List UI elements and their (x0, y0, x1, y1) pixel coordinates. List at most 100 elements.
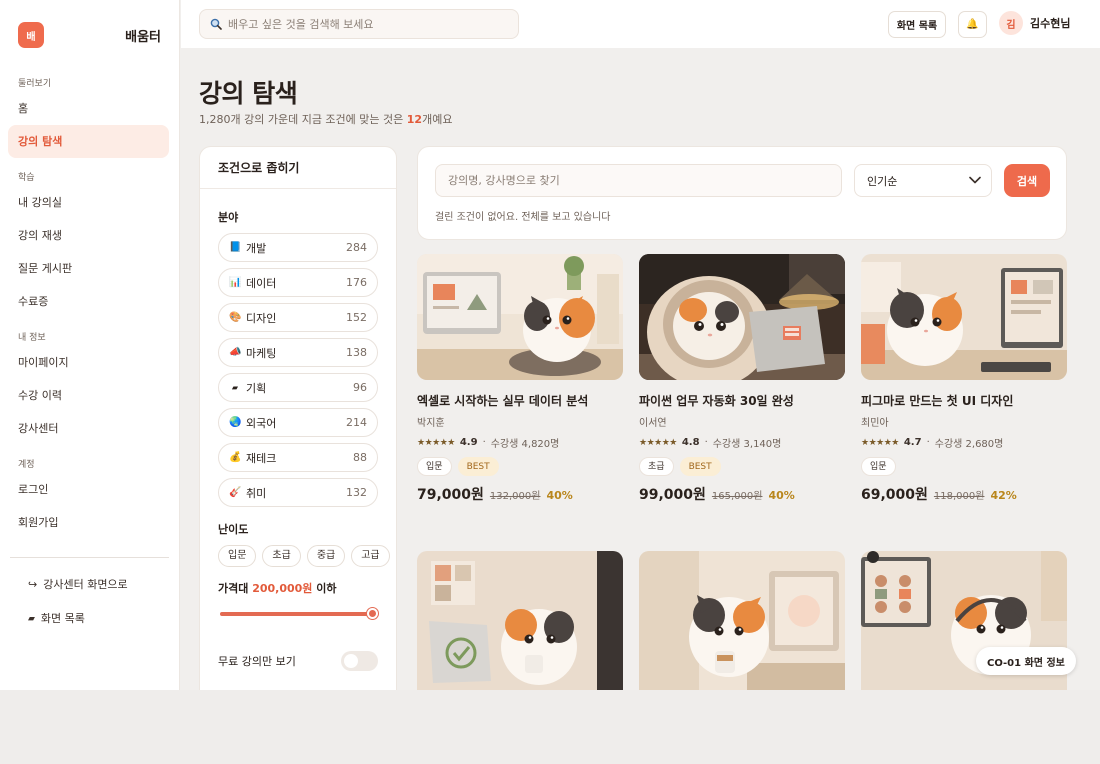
course-title[interactable]: 파이썬 업무 자동화 30일 완성 (639, 392, 845, 409)
page-title: 강의 탐색 (199, 79, 298, 108)
sale-price: 79,000원 (417, 487, 484, 503)
category-chip-design[interactable]: 🎨 디자인 152 (218, 303, 378, 332)
course-card[interactable]: 엑셀로 시작하는 실무 데이터 분석 박지훈 ★★★★★ 4.9 · 수강생 4… (417, 254, 623, 504)
book-icon: 📘 (229, 242, 242, 253)
category-chip-finance[interactable]: 💰 재테크 88 (218, 443, 378, 472)
sidebar-item-home[interactable]: 홈 (8, 92, 169, 125)
category-chip-dev[interactable]: 📘 개발 284 (218, 233, 378, 262)
student-count: 수강생 4,820명 (490, 439, 560, 450)
sidebar-item-explore[interactable]: 강의 탐색 (8, 125, 169, 158)
redirect-icon: ↪ (28, 578, 38, 591)
free-only-toggle[interactable] (341, 651, 378, 671)
category-list: 📘 개발 284 📊 데이터 176 🎨 디자인 152 📣 마케팅 138 ▰ 기획 96 🌏 외국… (200, 233, 396, 507)
notification-button[interactable]: 🔔 (958, 11, 987, 38)
category-count: 176 (346, 276, 367, 289)
topbar: 화면 목록 🔔 김 김수현님 (181, 0, 1100, 48)
sidebar-item-signup[interactable]: 회원가입 (8, 506, 169, 539)
category-chip-planning[interactable]: ▰ 기획 96 (218, 373, 378, 402)
star-rating-icon: ★★★★★ (861, 437, 899, 448)
price-slider[interactable] (218, 607, 378, 621)
sort-select[interactable]: 인기순 (854, 164, 992, 197)
course-thumbnail[interactable] (639, 254, 845, 380)
sidebar-item-qna[interactable]: 질문 게시판 (8, 252, 169, 285)
sidebar-item-certificate[interactable]: 수료증 (8, 285, 169, 318)
result-count: 12 (406, 113, 423, 126)
search-icon (210, 15, 222, 34)
course-tags: 초급 BEST (639, 457, 845, 476)
rating-value: 4.9 (459, 437, 478, 448)
student-count: 수강생 2,680명 (934, 439, 1004, 450)
category-label: 디자인 (246, 311, 277, 325)
subtitle-suffix: 개예요 (422, 113, 453, 126)
price-prefix: 가격대 (218, 582, 253, 595)
category-chip-marketing[interactable]: 📣 마케팅 138 (218, 338, 378, 367)
course-card[interactable] (639, 551, 845, 690)
to-instructor-link[interactable]: ↪ 강사센터 화면으로 (0, 568, 179, 602)
user-menu[interactable]: 김 김수현님 (999, 11, 1070, 35)
to-instructor-label: 강사센터 화면으로 (43, 578, 128, 591)
screen-list-link[interactable]: ▰ 화면 목록 (0, 602, 179, 636)
guitar-icon: 🎸 (229, 487, 242, 498)
global-search-input[interactable] (228, 17, 508, 31)
original-price: 118,000원 (933, 491, 985, 502)
course-tags: 입문 BEST (417, 457, 623, 476)
star-rating-icon: ★★★★★ (639, 437, 677, 448)
course-search-card: 인기순 검색 걸린 조건이 없어요. 전체를 보고 있습니다 (417, 146, 1067, 240)
planning-icon: ▰ (231, 383, 239, 392)
screen-list-button[interactable]: 화면 목록 (888, 11, 946, 38)
screen-list-label: 화면 목록 (40, 612, 85, 625)
course-instructor: 박지훈 (417, 418, 445, 429)
course-price: 79,000원 132,000원 40% (417, 484, 623, 504)
category-chip-data[interactable]: 📊 데이터 176 (218, 268, 378, 297)
course-thumbnail[interactable] (417, 254, 623, 380)
sale-price: 99,000원 (639, 487, 706, 503)
level-options: 입문 초급 중급 고급 (200, 545, 396, 567)
app-name[interactable]: 배움터 (125, 26, 161, 45)
price-label: 가격대 200,000원 이하 (200, 580, 396, 596)
sidebar-item-login[interactable]: 로그인 (8, 473, 169, 506)
discount-rate: 40% (546, 489, 573, 502)
course-card[interactable]: 피그마로 만드는 첫 UI 디자인 최민아 ★★★★★ 4.7 · 수강생 2,… (861, 254, 1067, 504)
category-count: 284 (346, 241, 367, 254)
rating-separator: · (926, 437, 930, 448)
price-slider-track[interactable] (220, 612, 373, 616)
nav-section-account: 계정 (18, 460, 35, 470)
best-badge: BEST (457, 457, 499, 476)
level-option[interactable]: 중급 (306, 545, 346, 567)
sidebar-item-replay[interactable]: 강의 재생 (8, 219, 169, 252)
category-chip-hobby[interactable]: 🎸 취미 132 (218, 478, 378, 507)
category-count: 88 (353, 451, 367, 464)
course-thumbnail[interactable] (639, 551, 845, 690)
sidebar-item-my-classroom[interactable]: 내 강의실 (8, 186, 169, 219)
global-search[interactable] (199, 9, 519, 39)
course-thumbnail[interactable] (861, 254, 1067, 380)
screen-info-chip[interactable]: CO-01 화면 정보 (976, 647, 1076, 675)
level-option[interactable]: 입문 (218, 545, 257, 567)
level-tag: 입문 (861, 457, 896, 476)
category-label: 마케팅 (246, 346, 277, 360)
search-button[interactable]: 검색 (1004, 164, 1050, 197)
nav-section-mine: 내 정보 (18, 333, 46, 343)
price-slider-thumb[interactable] (367, 608, 378, 619)
category-label: 외국어 (246, 416, 277, 430)
level-tag: 입문 (417, 457, 452, 476)
course-title[interactable]: 엑셀로 시작하는 실무 데이터 분석 (417, 392, 623, 409)
sidebar-item-history[interactable]: 수강 이력 (8, 379, 169, 412)
sidebar-item-mypage[interactable]: 마이페이지 (8, 346, 169, 379)
course-card[interactable] (417, 551, 623, 690)
category-count: 138 (346, 346, 367, 359)
level-option[interactable]: 초급 (262, 545, 301, 567)
category-chip-language[interactable]: 🌏 외국어 214 (218, 408, 378, 437)
course-card[interactable]: 파이썬 업무 자동화 30일 완성 이서연 ★★★★★ 4.8 · 수강생 3,… (639, 254, 845, 504)
course-rating: ★★★★★ 4.9 · 수강생 4,820명 (417, 435, 623, 450)
course-rating: ★★★★★ 4.8 · 수강생 3,140명 (639, 435, 845, 450)
course-thumbnail[interactable] (417, 551, 623, 690)
course-title[interactable]: 피그마로 만드는 첫 UI 디자인 (861, 392, 1067, 409)
sidebar-item-instructor-center[interactable]: 강사센터 (8, 412, 169, 445)
bell-icon: 🔔 (966, 19, 979, 30)
course-search-input[interactable] (435, 164, 842, 197)
level-option[interactable]: 고급 (351, 545, 390, 567)
sale-price: 69,000원 (861, 487, 928, 503)
logo-mark[interactable]: 배 (18, 22, 44, 48)
level-label: 난이도 (218, 523, 249, 536)
